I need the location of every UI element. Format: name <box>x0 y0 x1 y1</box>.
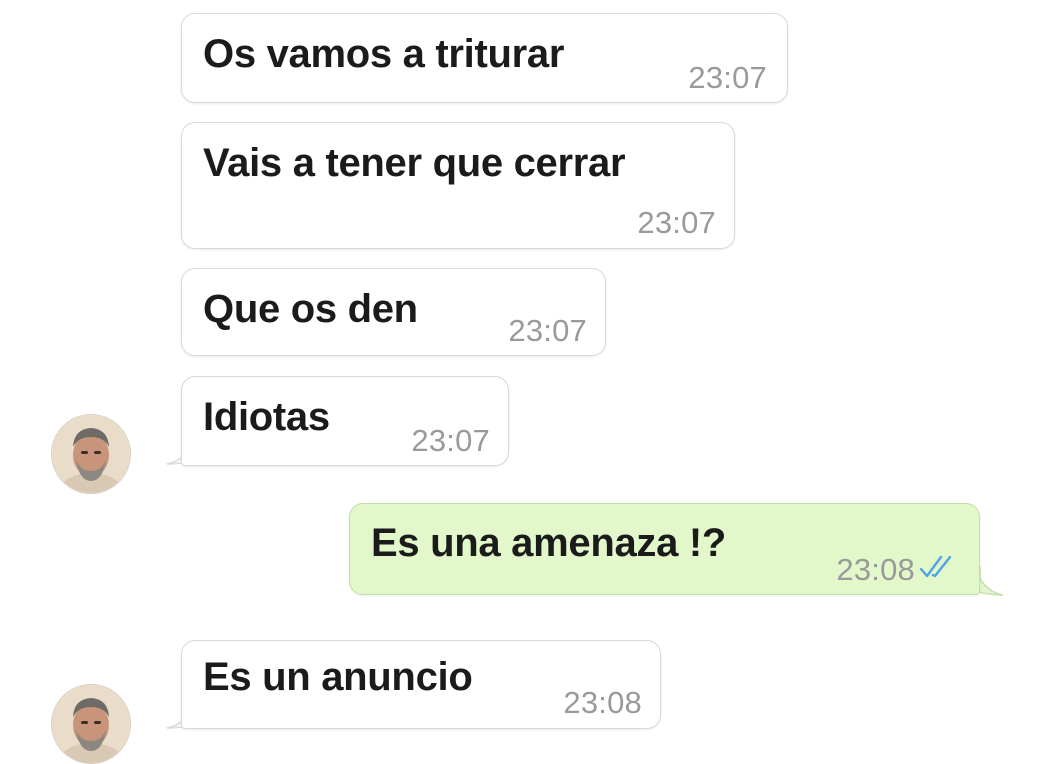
message-text: Idiotas <box>203 395 330 439</box>
message-text: Es una amenaza !? <box>371 521 727 565</box>
incoming-message-bubble[interactable]: Idiotas 23:07 <box>181 376 509 466</box>
message-time: 23:08 <box>563 685 642 720</box>
outgoing-message-bubble[interactable]: Es una amenaza !? 23:08 <box>349 503 980 595</box>
message-text: Es un anuncio <box>203 655 473 699</box>
incoming-message-bubble[interactable]: Es un anuncio 23:08 <box>181 640 661 729</box>
contact-avatar[interactable] <box>51 684 131 764</box>
message-time: 23:07 <box>637 205 716 240</box>
message-time: 23:07 <box>411 423 490 458</box>
message-time: 23:07 <box>688 60 767 95</box>
message-text: Que os den <box>203 287 418 331</box>
message-text: Vais a tener que cerrar <box>203 141 626 185</box>
contact-avatar[interactable] <box>51 414 131 494</box>
chat-thread: Os vamos a triturar 23:07 Vais a tener q… <box>0 0 1059 764</box>
incoming-message-bubble[interactable]: Que os den 23:07 <box>181 268 606 356</box>
message-time: 23:07 <box>508 313 587 348</box>
message-text: Os vamos a triturar <box>203 32 565 76</box>
incoming-message-bubble[interactable]: Vais a tener que cerrar 23:07 <box>181 122 735 249</box>
double-check-icon <box>919 555 952 578</box>
message-time: 23:08 <box>836 552 915 587</box>
incoming-message-bubble[interactable]: Os vamos a triturar 23:07 <box>181 13 788 103</box>
